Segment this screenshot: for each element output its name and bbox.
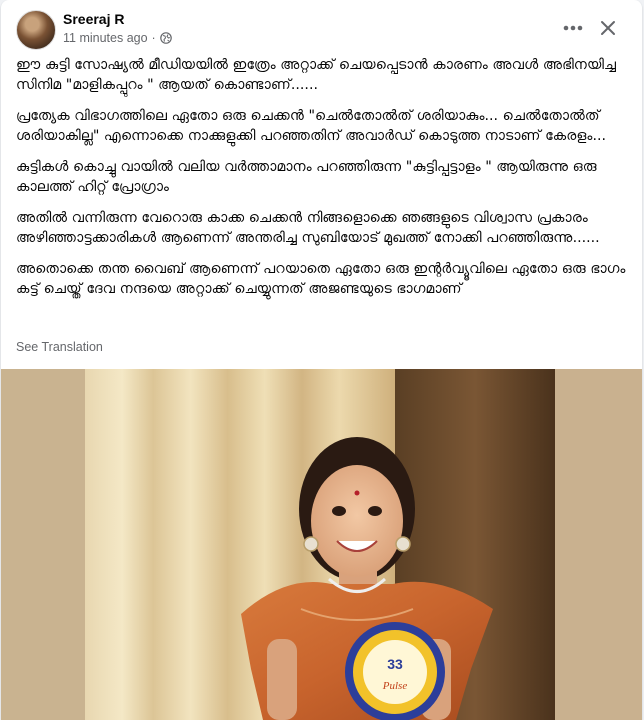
meta-separator: · (151, 31, 156, 45)
globe-icon[interactable] (159, 32, 172, 44)
post-header: Sreeraj R 11 minutes ago · (1, 0, 642, 58)
more-options-button[interactable] (557, 14, 589, 42)
author-name[interactable]: Sreeraj R (63, 11, 124, 27)
post-paragraph-5: അതൊക്കെ തന്ത വൈബ് ആണെന്ന് പറയാതെ ഏതോ ഒരു… (16, 261, 626, 297)
post-paragraph-3: കുട്ടികൾ കൊച്ചു വായിൽ വലിയ വർത്താമാനം പറ… (16, 159, 597, 195)
post-body: ഈ കുട്ടി സോഷ്യൽ മീഡിയയിൽ ഇത്രേം അറ്റാക്ക… (16, 55, 626, 310)
close-icon (601, 21, 615, 35)
post-card: Sreeraj R 11 minutes ago · ഈ കുട്ടി സോഷ്… (1, 0, 642, 720)
close-button[interactable] (592, 12, 624, 44)
badge-number: 33 (387, 656, 403, 672)
more-horizontal-icon (563, 25, 583, 31)
post-time[interactable]: 11 minutes ago (63, 31, 148, 45)
avatar[interactable] (16, 10, 56, 50)
girl-portrait-image: 33 Pulse (1, 369, 642, 720)
post-paragraph-2: പ്രത്യേക വിഭാഗത്തിലെ ഏതോ ഒരു ചെക്കൻ "ചെൽ… (16, 108, 606, 144)
post-paragraph-1: ഈ കുട്ടി സോഷ്യൽ മീഡിയയിൽ ഇത്രേം അറ്റാക്ക… (16, 57, 617, 93)
post-photo[interactable]: 33 Pulse (1, 369, 642, 720)
post-paragraph-4: അതിൽ വന്നിരുന്ന വേറൊരു കാക്ക ചെക്കൻ നിങ്… (16, 210, 600, 246)
see-translation-link[interactable]: See Translation (16, 340, 103, 354)
badge-text: Pulse (382, 680, 408, 692)
post-meta: 11 minutes ago · (63, 31, 172, 45)
